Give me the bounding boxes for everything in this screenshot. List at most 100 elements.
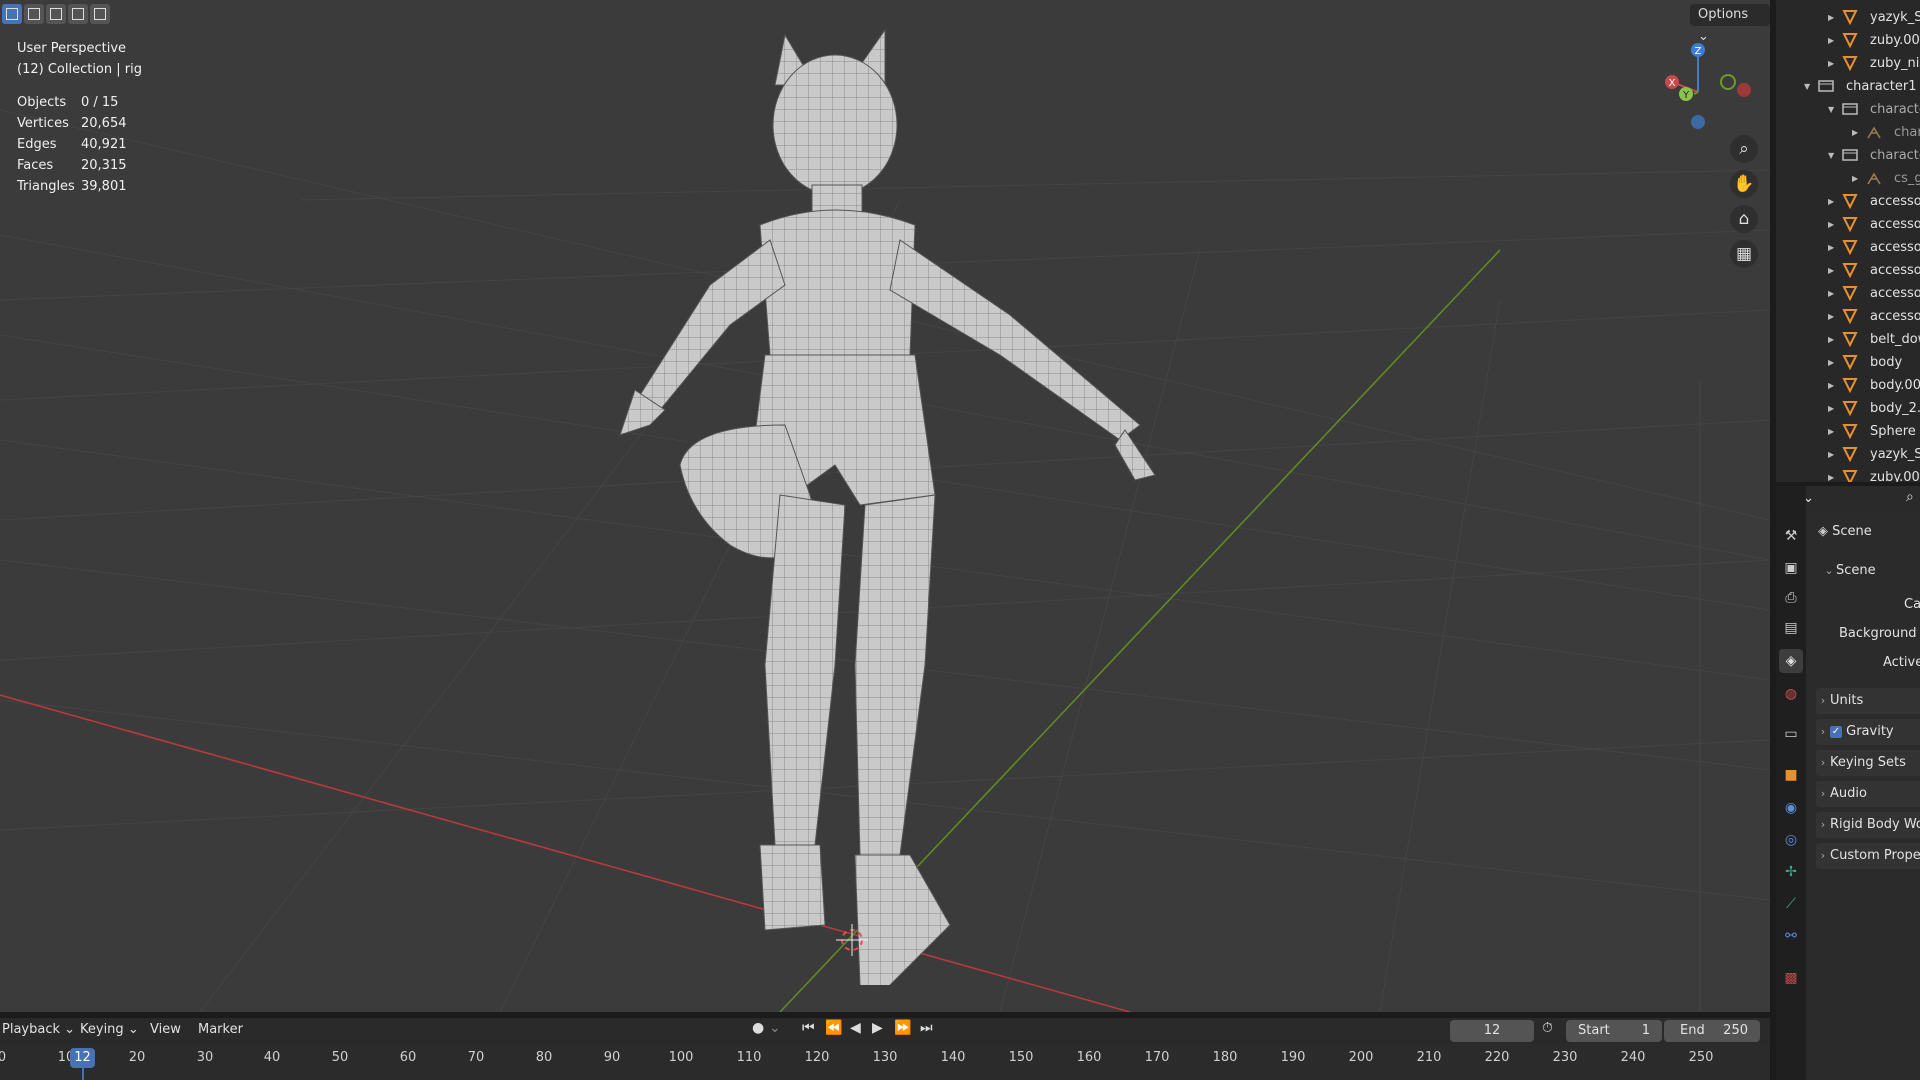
collapse-arrow-icon[interactable]: ▼ — [1804, 75, 1810, 98]
panel-label: Audio — [1830, 786, 1867, 801]
outliner-item[interactable]: ▶ accessor — [1776, 190, 1920, 213]
expand-arrow-icon[interactable]: ▶ — [1828, 443, 1834, 466]
mesh-icon — [1842, 56, 1858, 71]
tool-icon[interactable]: ⚒ — [1779, 524, 1803, 548]
playback-menu[interactable]: Playback ⌄ — [2, 1022, 75, 1037]
outliner-item[interactable]: ▼ characte — [1776, 98, 1920, 121]
expand-arrow-icon[interactable]: ▶ — [1852, 121, 1858, 144]
constraint-icon[interactable]: ✢ — [1779, 860, 1803, 884]
collapse-arrow-icon[interactable]: ▼ — [1828, 144, 1834, 167]
outliner-item[interactable]: ▶ cs_g — [1776, 167, 1920, 190]
expand-arrow-icon[interactable]: ▶ — [1828, 29, 1834, 52]
expand-arrow-icon[interactable]: ▶ — [1828, 397, 1834, 420]
play-icon[interactable]: ▶ — [872, 1020, 883, 1036]
scene-section-header[interactable]: ⌄ Scene — [1822, 563, 1875, 578]
outliner-item[interactable]: ▶ zuby.001 — [1776, 29, 1920, 52]
expand-arrow-icon[interactable]: ▶ — [1852, 167, 1858, 190]
expand-arrow-icon[interactable]: ▶ — [1828, 305, 1834, 328]
physics-icon[interactable]: ◎ — [1779, 828, 1803, 852]
jump-end-icon[interactable]: ⏭ — [920, 1020, 933, 1036]
expand-arrow-icon[interactable]: ▶ — [1828, 213, 1834, 236]
modifier-icon[interactable]: ◉ — [1779, 796, 1803, 820]
marker-menu[interactable]: Marker — [198, 1022, 243, 1037]
search-icon[interactable]: ⌕ — [1906, 489, 1914, 505]
camera-icon[interactable]: ⌂ — [1730, 205, 1758, 233]
expand-arrow-icon[interactable]: ▶ — [1828, 351, 1834, 374]
outliner-item[interactable]: ▼ character1 — [1776, 75, 1920, 98]
chevron-down-icon[interactable]: ⌄ — [769, 1020, 781, 1036]
outliner-item[interactable]: ▶ accessor — [1776, 305, 1920, 328]
select-intersect-icon[interactable] — [90, 4, 110, 24]
outliner-item-label: accessor — [1870, 309, 1920, 324]
end-frame-field[interactable]: End 250 — [1664, 1020, 1760, 1042]
scene-icon[interactable]: ◈ — [1779, 649, 1803, 673]
select-extend-icon[interactable] — [24, 4, 44, 24]
expand-arrow-icon[interactable]: ▶ — [1828, 420, 1834, 443]
options-dropdown[interactable]: Options ⌄ — [1690, 4, 1770, 44]
grid-ortho-icon[interactable]: ▦ — [1730, 240, 1758, 268]
stopwatch-icon[interactable]: ⏱ — [1542, 1020, 1553, 1036]
3d-viewport[interactable]: User Perspective (12) Collection | rig O… — [0, 0, 1770, 1012]
outliner-item[interactable]: ▶ zuby.001 — [1776, 466, 1920, 482]
outliner-item[interactable]: ▶ accessor — [1776, 236, 1920, 259]
collection-icon[interactable]: ▭ — [1779, 722, 1803, 746]
outliner-item[interactable]: ▶ yazyk_Sp — [1776, 6, 1920, 29]
outliner-item[interactable]: ▶ accessor — [1776, 282, 1920, 305]
rigid-body-world-panel[interactable]: › Rigid Body Wo — [1816, 812, 1920, 838]
expand-arrow-icon[interactable]: ▶ — [1828, 328, 1834, 351]
start-frame-field[interactable]: Start 1 — [1566, 1020, 1662, 1042]
outliner-item[interactable]: ▶ body.001 — [1776, 374, 1920, 397]
expand-arrow-icon[interactable]: ▶ — [1828, 282, 1834, 305]
record-button[interactable]: ● — [752, 1020, 764, 1036]
prev-keyframe-icon[interactable]: ⏪ — [825, 1020, 842, 1036]
gravity-panel[interactable]: › ✓ Gravity — [1816, 719, 1920, 745]
outliner-item[interactable]: ▶ belt_dow — [1776, 328, 1920, 351]
mesh-icon — [1842, 309, 1858, 324]
outliner-item[interactable]: ▶ accessor — [1776, 213, 1920, 236]
next-keyframe-icon[interactable]: ⏩ — [894, 1020, 911, 1036]
play-reverse-icon[interactable]: ◀ — [850, 1020, 861, 1036]
custom-properties-panel[interactable]: › Custom Prope — [1816, 843, 1920, 869]
zoom-icon[interactable]: ⌕ — [1730, 135, 1758, 163]
outliner-item[interactable]: ▶ char — [1776, 121, 1920, 144]
jump-start-icon[interactable]: ⏮ — [802, 1020, 815, 1036]
select-new-icon[interactable] — [2, 4, 22, 24]
select-difference-icon[interactable] — [68, 4, 88, 24]
outliner-item[interactable]: ▶ zuby_niz — [1776, 52, 1920, 75]
gravity-checkbox[interactable]: ✓ — [1830, 725, 1842, 738]
navigation-gizmo[interactable]: Z X Y — [1660, 38, 1760, 138]
outliner-item[interactable]: ▶ accessor — [1776, 259, 1920, 282]
expand-arrow-icon[interactable]: ▶ — [1828, 6, 1834, 29]
current-frame-field[interactable]: 12 — [1450, 1020, 1534, 1042]
view-layer-icon[interactable]: ▤ — [1779, 616, 1803, 640]
character-model[interactable] — [580, 25, 1220, 985]
outliner-panel[interactable]: ▶ yazyk_Sp ▶ zuby.001 ▶ zuby_niz ▼ character… — [1776, 0, 1920, 482]
world-icon[interactable]: ◍ — [1779, 682, 1803, 706]
expand-arrow-icon[interactable]: ▶ — [1828, 466, 1834, 482]
bone-icon[interactable]: ⚯ — [1779, 924, 1803, 948]
keying-menu[interactable]: Keying ⌄ — [80, 1022, 139, 1037]
outliner-item[interactable]: ▶ yazyk_Sp — [1776, 443, 1920, 466]
hand-pan-icon[interactable]: ✋ — [1730, 170, 1758, 198]
outliner-item[interactable]: ▼ characte — [1776, 144, 1920, 167]
expand-arrow-icon[interactable]: ▶ — [1828, 52, 1834, 75]
view-menu[interactable]: View — [150, 1022, 181, 1037]
select-subtract-icon[interactable] — [46, 4, 66, 24]
outliner-item[interactable]: ▶ Sphere — [1776, 420, 1920, 443]
playhead-indicator[interactable]: 12 — [70, 1048, 95, 1068]
audio-panel[interactable]: › Audio — [1816, 781, 1920, 807]
output-icon[interactable]: ⎙ — [1779, 586, 1803, 610]
render-icon[interactable]: ▣ — [1779, 556, 1803, 580]
outliner-item[interactable]: ▶ body_2.0 — [1776, 397, 1920, 420]
expand-arrow-icon[interactable]: ▶ — [1828, 190, 1834, 213]
outliner-item[interactable]: ▶ body — [1776, 351, 1920, 374]
particles-icon[interactable]: ⟋ — [1779, 892, 1803, 916]
expand-arrow-icon[interactable]: ▶ — [1828, 374, 1834, 397]
expand-arrow-icon[interactable]: ▶ — [1828, 236, 1834, 259]
keying-sets-panel[interactable]: › Keying Sets — [1816, 750, 1920, 776]
texture-icon[interactable]: ▩ — [1779, 966, 1803, 990]
collapse-arrow-icon[interactable]: ▼ — [1828, 98, 1834, 121]
expand-arrow-icon[interactable]: ▶ — [1828, 259, 1834, 282]
object-icon[interactable]: ■ — [1779, 763, 1803, 787]
units-panel[interactable]: › Units — [1816, 688, 1920, 714]
